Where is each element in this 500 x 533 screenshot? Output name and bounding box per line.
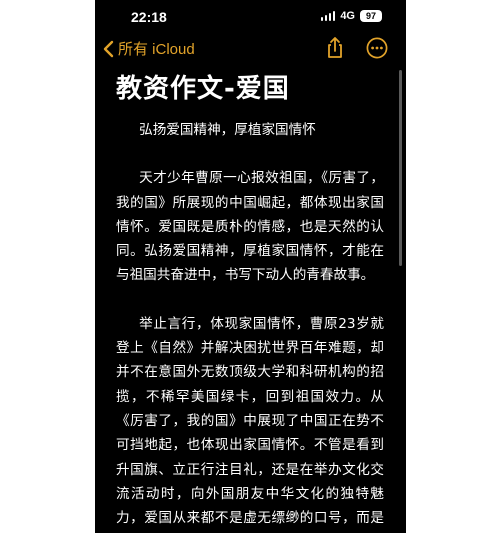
network-label: 4G [340,10,355,22]
status-bar: 22:18 4G 97 [95,0,406,34]
battery-icon: 97 [360,10,382,22]
navigation-bar: 所有 iCloud [95,34,406,64]
notes-screen: 22:18 4G 97 所有 iCloud 教资作文-爱国 弘扬爱国精神，厚植家… [95,0,406,533]
document-title[interactable]: 教资作文-爱国 [116,68,290,105]
signal-icon [320,11,336,21]
document-subtitle: 弘扬爱国精神，厚植家国情怀 [139,122,316,138]
back-label: 所有 iCloud [118,41,195,58]
share-icon[interactable] [323,36,347,60]
document-paragraph: 天才少年曹原一心报效祖国，《厉害了，我的国》所展现的中国崛起，都体现出家国情怀。… [116,170,384,284]
battery-level: 97 [365,11,376,21]
more-icon[interactable] [366,37,388,59]
scroll-indicator[interactable] [399,70,402,266]
back-button[interactable]: 所有 iCloud [103,38,195,59]
document-body[interactable]: 弘扬爱国精神，厚植家国情怀 天才少年曹原一心报效祖国，《厉害了，我的国》所展现的… [116,118,384,533]
status-indicators: 4G 97 [320,10,382,22]
status-time: 22:18 [131,9,167,25]
document-paragraph: 举止言行，体现家国情怀，曹原23岁就登上《自然》并解决困扰世界百年难题，却并不在… [116,315,384,527]
chevron-left-icon [103,40,114,57]
